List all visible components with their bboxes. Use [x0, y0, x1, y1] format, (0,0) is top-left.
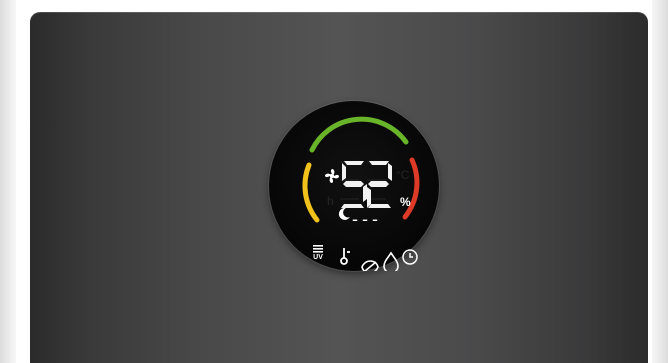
humidity-digit-5: [341, 161, 367, 208]
background-left-edge: [0, 0, 16, 363]
thermometer-icon: [340, 248, 350, 265]
water-drop-icon: [383, 251, 399, 271]
timer-icon: [402, 249, 418, 265]
svg-text:UV: UV: [313, 254, 323, 261]
background-right-edge: [652, 0, 668, 363]
control-panel: UV °C h % ---: [269, 101, 439, 271]
control-display: UV: [302, 116, 420, 271]
ghost-degree-unit: °C: [396, 168, 410, 182]
humidity-digit-2: [367, 161, 392, 208]
product-image: UV °C h % ---: [0, 0, 668, 363]
device-body: UV °C h % ---: [30, 12, 648, 363]
humidity-arc-green: [309, 116, 409, 153]
moon-icon: [338, 207, 350, 220]
ghost-h-label: h: [327, 194, 334, 208]
uv-icon: UV: [313, 245, 323, 261]
percent-unit: %: [400, 195, 411, 209]
schedule-dashes: ---: [352, 209, 382, 229]
leaf-icon: [361, 260, 379, 271]
humidity-arc-yellow: [302, 162, 320, 223]
fan-icon: [325, 169, 339, 183]
